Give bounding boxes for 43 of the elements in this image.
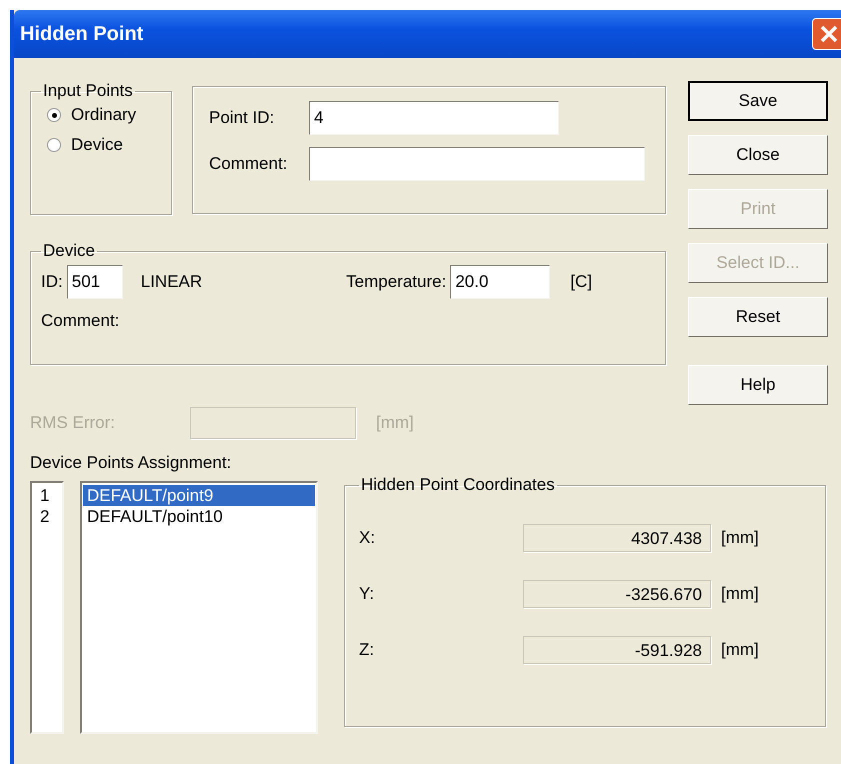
field-label: Comment:	[209, 154, 288, 174]
dialog-button[interactable]: Close	[688, 135, 828, 175]
readonly-field: -3256.670	[523, 580, 711, 608]
input-field[interactable]: 4	[309, 101, 559, 135]
field-label: Temperature:	[346, 272, 446, 292]
list-item[interactable]: 2	[36, 506, 61, 527]
field-label: RMS Error:	[30, 413, 116, 433]
field-label: ID:	[41, 272, 63, 292]
input-field[interactable]: 501	[66, 265, 123, 299]
number-list[interactable]: 1 2	[30, 481, 64, 734]
dialog-button[interactable]: Save	[688, 81, 828, 121]
unit-label: [C]	[570, 272, 592, 292]
group-title: Hidden Point Coordinates	[360, 475, 556, 495]
axis-label: X:	[359, 528, 376, 548]
unit-label: [mm]	[721, 528, 759, 548]
radio-option[interactable]: Ordinary	[47, 105, 161, 125]
axis-label: Z:	[359, 640, 376, 660]
input-field[interactable]	[309, 147, 645, 181]
readonly-field: 4307.438	[523, 524, 711, 552]
radio-button[interactable]	[47, 138, 61, 152]
group-title: Input Points	[42, 81, 134, 101]
unit-label: [mm]	[376, 413, 414, 433]
group-title: Device	[42, 241, 96, 261]
axis-label: Y:	[359, 584, 376, 604]
point-list[interactable]: DEFAULT/point9 DEFAULT/point10	[80, 481, 318, 734]
close-icon	[819, 24, 839, 44]
field-label: Point ID:	[209, 108, 276, 128]
unit-label: [mm]	[721, 640, 759, 660]
radio-option[interactable]: Device	[47, 135, 161, 155]
section-label: Device Points Assignment:	[30, 453, 232, 473]
readonly-field: -591.928	[523, 636, 711, 664]
dialog-button[interactable]: Reset	[688, 297, 828, 337]
input-field[interactable]: 20.0	[450, 265, 550, 299]
window-title: Hidden Point	[20, 22, 144, 46]
list-item[interactable]: 1	[36, 485, 61, 506]
list-item[interactable]: DEFAULT/point10	[83, 506, 315, 527]
radio-button[interactable]	[47, 108, 61, 122]
dialog-button[interactable]: Help	[688, 365, 828, 405]
device-type: LINEAR	[140, 272, 202, 292]
unit-label: [mm]	[721, 584, 759, 604]
field-label: Comment:	[41, 311, 120, 331]
close-button[interactable]	[812, 18, 841, 50]
list-item[interactable]: DEFAULT/point9	[83, 485, 315, 506]
